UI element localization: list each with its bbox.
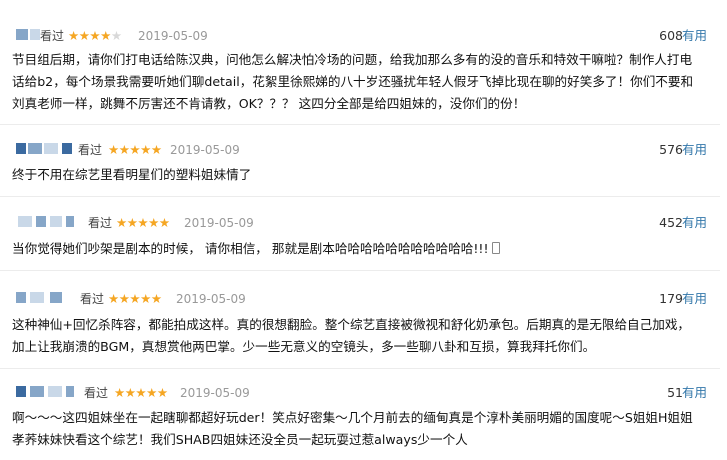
vote-count: 51	[667, 385, 683, 400]
comment-text: 当你觉得她们吵架是剧本的时候， 请你相信， 那就是剧本哈哈哈哈哈哈哈哈哈哈哈!!…	[12, 238, 700, 260]
blurred-username	[10, 216, 80, 228]
watched-label: 看过	[78, 143, 103, 157]
watched-label: 看过	[84, 386, 109, 400]
useful-button[interactable]: 有用	[682, 383, 707, 403]
watched-label: 看过	[80, 292, 105, 306]
comment-text: 这种神仙+回忆杀阵容，都能拍成这样。真的很想翻脸。整个综艺直接被微视和舒化奶承包…	[12, 317, 691, 354]
rating-stars: ★★★★★	[116, 215, 170, 230]
comment-date: 2019-05-09	[184, 216, 254, 230]
comment-header: 看过 ★★★★★ 2019-05-09 179 有用	[0, 289, 727, 309]
useful-button[interactable]: 有用	[682, 289, 707, 309]
blurred-username	[10, 292, 80, 304]
phone-icon	[491, 242, 500, 254]
comment-date: 2019-05-09	[170, 143, 240, 157]
rating-stars: ★★★★★	[108, 291, 162, 306]
divider	[0, 368, 720, 369]
rating-stars: ★★★★★	[108, 142, 162, 157]
divider	[0, 124, 720, 125]
comment-date: 2019-05-09	[138, 29, 208, 43]
useful-button[interactable]: 有用	[682, 26, 707, 46]
comment-text: 终于不用在综艺里看明星们的塑料姐妹情了	[12, 167, 252, 182]
useful-button[interactable]: 有用	[682, 213, 707, 233]
useful-button[interactable]: 有用	[682, 140, 707, 160]
comment-text: 节目组后期，请你们打电话给陈汉典，问他怎么解决怕冷场的问题，给我加那么多有的没的…	[12, 52, 694, 111]
comment-header: 看过 ★★★★★ 2019-05-09 576 有用	[0, 140, 727, 160]
blurred-username	[10, 143, 80, 155]
divider	[0, 196, 720, 197]
comment-header: 看过 ★★★★★ 2019-05-09 452 有用	[0, 213, 727, 233]
rating-stars: ★★★★★	[68, 28, 122, 43]
vote-count: 179	[659, 291, 683, 306]
divider	[0, 270, 720, 271]
comment-date: 2019-05-09	[180, 386, 250, 400]
comment-date: 2019-05-09	[176, 292, 246, 306]
vote-count: 576	[659, 142, 683, 157]
watched-label: 看过	[88, 216, 113, 230]
comment-header: 看过 ★★★★★ 2019-05-09 608 有用	[0, 26, 727, 46]
vote-count: 608	[659, 28, 683, 43]
blurred-username	[10, 386, 80, 398]
comment-text: 啊～～～这四姐妹坐在一起瞎聊都超好玩der！笑点好密集～几个月前去的缅甸真是个淳…	[12, 410, 693, 447]
rating-stars: ★★★★★	[114, 385, 168, 400]
watched-label: 看过	[40, 29, 65, 43]
vote-count: 452	[659, 215, 683, 230]
comment-header: 看过 ★★★★★ 2019-05-09 51 有用	[0, 383, 727, 403]
